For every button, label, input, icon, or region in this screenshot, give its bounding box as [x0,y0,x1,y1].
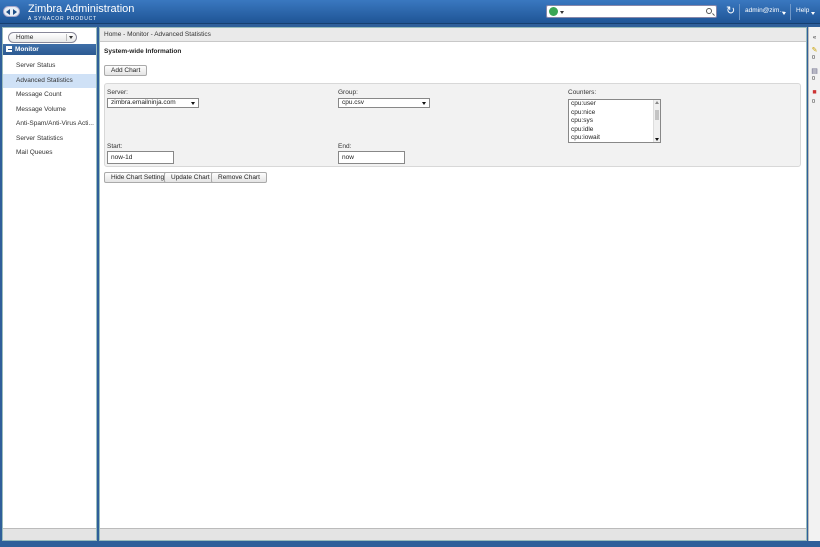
counter-option[interactable]: cpu:idle [569,126,660,135]
breadcrumb: Home - Monitor - Advanced Statistics [100,28,806,42]
search-type-icon[interactable] [549,7,558,16]
sidebar-item-advanced-statistics[interactable]: Advanced Statistics [3,73,96,88]
sidebar-section-title: Monitor [15,46,39,53]
page-title: System-wide Information [104,48,182,55]
app-subtitle: A SYNACOR PRODUCT [28,16,97,22]
counters-label: Counters: [568,89,597,96]
chart-settings-panel: Server: zimbra.emailninja.com Group: cpu… [104,83,801,167]
rail-count: 0 [812,99,816,105]
divider [739,4,740,20]
app-brand: Zimbra Administration A SYNACOR PRODUCT [28,3,134,22]
user-menu[interactable]: admin@zim... [745,7,785,14]
help-menu-chevron-icon[interactable] [811,12,815,15]
listbox-scrollbar[interactable] [653,100,660,142]
top-bar: Zimbra Administration A SYNACOR PRODUCT … [0,0,820,24]
counters-listbox[interactable]: cpu:user cpu:nice cpu:sys cpu:idle cpu:i… [568,99,661,143]
main-footer [100,528,806,540]
scroll-up-icon[interactable] [655,101,659,104]
search-type-dropdown-icon[interactable] [560,11,564,14]
sidebar-item-mail-queues[interactable]: Mail Queues [3,146,96,161]
sidebar-item-message-volume[interactable]: Message Volume [3,103,96,118]
collapse-icon[interactable] [6,46,12,52]
start-field[interactable]: now-1d [107,151,174,164]
rail-count: 0 [812,76,816,82]
scrollbar-thumb[interactable] [655,110,659,120]
group-select[interactable]: cpu.csv [338,98,430,108]
app-switcher-arrows-icon[interactable] [3,6,20,17]
help-menu[interactable]: Help [796,7,809,14]
sidebar-item-server-status[interactable]: Server Status [3,59,96,74]
main-panel: Home - Monitor - Advanced Statistics Sys… [99,27,807,541]
refresh-icon[interactable]: ↻ [726,4,735,17]
alert-icon[interactable]: ■ [811,89,818,96]
sidebar-item-server-statistics[interactable]: Server Statistics [3,132,96,147]
update-chart-button[interactable]: Update Chart [164,172,217,183]
server-label: Server: [107,89,128,96]
pencil-icon[interactable]: ✎ [811,47,818,54]
counter-option[interactable]: cpu:iowait [569,134,660,142]
home-select[interactable]: Home [8,32,77,43]
sidebar: Home Monitor Server Status Advanced Stat… [2,27,97,541]
end-field[interactable]: now [338,151,405,164]
group-label: Group: [338,89,358,96]
sidebar-nav-list: Server Status Advanced Statistics Messag… [3,59,96,161]
counter-option[interactable]: cpu:user [569,100,660,109]
divider [790,4,791,20]
chevron-down-icon[interactable] [66,34,74,41]
search-input[interactable] [546,5,717,18]
remove-chart-button[interactable]: Remove Chart [211,172,267,183]
end-label: End: [338,143,352,150]
add-chart-button[interactable]: Add Chart [104,65,148,76]
collapse-rail-icon[interactable]: « [811,35,818,42]
app-title: Zimbra Administration [28,3,135,15]
right-rail: « ✎ 0 ▤ 0 ■ 0 [808,27,820,541]
document-icon[interactable]: ▤ [811,68,818,75]
rail-count: 0 [812,55,816,61]
home-select-value: Home [16,34,34,41]
counter-option[interactable]: cpu:sys [569,117,660,126]
start-label: Start: [107,143,123,150]
user-menu-chevron-icon[interactable] [782,12,786,15]
counter-option[interactable]: cpu:nice [569,109,660,118]
sidebar-item-anti-spam[interactable]: Anti-Spam/Anti-Virus Acti... [3,117,96,132]
sidebar-item-message-count[interactable]: Message Count [3,88,96,103]
scroll-down-icon[interactable] [655,138,659,141]
sidebar-footer [3,528,96,540]
sidebar-section-monitor[interactable]: Monitor [3,44,96,55]
search-icon[interactable] [706,8,712,14]
server-select[interactable]: zimbra.emailninja.com [107,98,199,108]
